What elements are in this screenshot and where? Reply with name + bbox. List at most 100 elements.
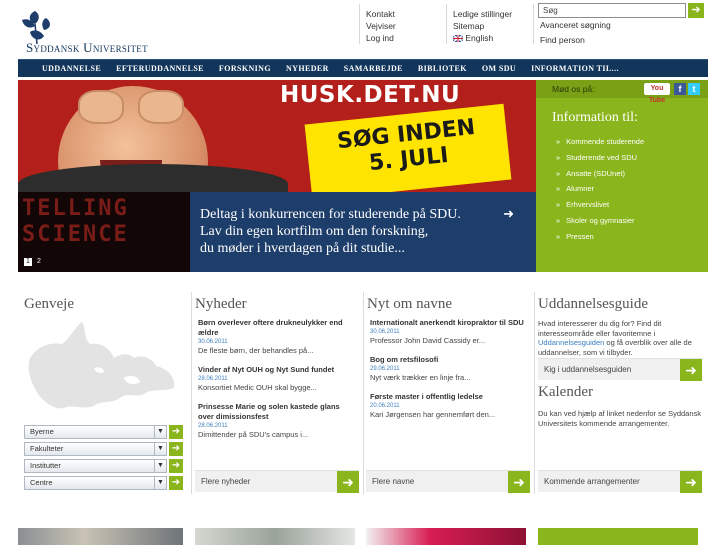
promo-thumbnail[interactable] xyxy=(538,528,698,545)
youtube-icon[interactable]: You Tube xyxy=(644,83,670,104)
uddannelsesguide-button[interactable]: Kig i uddannelsesguiden ➜ xyxy=(538,358,702,381)
nav-item-uddannelse[interactable]: UDDANNELSE xyxy=(42,64,101,73)
uk-flag-icon xyxy=(452,34,464,43)
english-link[interactable]: English xyxy=(452,32,512,44)
nyheder-title: Nyheder xyxy=(195,296,247,312)
news-title: Vinder af Nyt OUH og Nyt Sund fundet xyxy=(198,365,335,374)
guide-intro: Hvad interesserer du dig for? Find dit i… xyxy=(538,319,662,338)
advanced-search-link[interactable]: Avanceret søgning xyxy=(540,20,611,30)
sitemap-link[interactable]: Sitemap xyxy=(453,20,512,32)
go-button[interactable]: ➜ xyxy=(169,425,183,439)
uddannelsesguide-text: Hvad interesserer du dig for? Find dit i… xyxy=(538,319,702,357)
arrow-right-icon: ➜ xyxy=(171,477,181,488)
names-excerpt: Kari Jørgensen har gennemført den... xyxy=(370,410,496,419)
dropdown-label: Centre xyxy=(30,478,53,487)
facebook-icon[interactable]: f xyxy=(674,83,686,95)
slide-pager: 1 2 xyxy=(24,258,43,266)
search-button[interactable]: ➜ xyxy=(688,3,704,18)
telling-science-text: TELLING SCIENCE xyxy=(22,196,129,247)
header-links-2: Ledige stillinger Sitemap English xyxy=(452,8,512,44)
names-item[interactable]: Første master i offentlig ledelse 20.06.… xyxy=(370,392,525,420)
kalender-text: Du kan ved hjælp af linket nedenfor se S… xyxy=(538,409,702,428)
information-panel: Mød os på: You Tube f t Information til:… xyxy=(536,80,708,272)
nav-item-efteruddannelse[interactable]: EFTERUDDANNELSE xyxy=(116,64,204,73)
hero-banner[interactable]: HUSK.DET.NU SØG INDEN 5. JULI xyxy=(18,80,536,192)
navne-title: Nyt om navne xyxy=(367,296,452,312)
telling-science-image[interactable]: TELLING SCIENCE 1 2 xyxy=(18,192,190,272)
main-nav: UDDANNELSE EFTERUDDANNELSE FORSKNING NYH… xyxy=(18,59,708,77)
news-date: 30.06.2011 xyxy=(198,339,228,345)
news-excerpt: De fleste børn, der behandles på... xyxy=(198,346,314,355)
arrow-right-icon: ➜ xyxy=(171,443,181,454)
competition-teaser[interactable]: Deltag i konkurrencen for studerende på … xyxy=(190,192,536,272)
nav-item-information[interactable]: INFORMATION TIL... xyxy=(531,64,619,73)
fakulteter-dropdown[interactable]: Fakulteter ▼ xyxy=(24,442,167,456)
more-names-button[interactable]: Flere navne ➜ xyxy=(366,470,530,493)
news-item[interactable]: Børn overlever oftere drukneulykker end … xyxy=(198,318,353,356)
nav-item-nyheder[interactable]: NYHEDER xyxy=(286,64,329,73)
contact-link[interactable]: Kontakt xyxy=(366,8,396,20)
audience-link[interactable]: Kommende studerende xyxy=(556,134,708,150)
audience-link[interactable]: Pressen xyxy=(556,229,708,245)
audience-link[interactable]: Alumner xyxy=(556,181,708,197)
names-title: Internationalt anerkendt kiropraktor til… xyxy=(370,318,524,327)
denmark-map[interactable] xyxy=(24,318,184,414)
find-person-link[interactable]: Find person xyxy=(540,35,585,45)
audience-link[interactable]: Ansatte (SDUnet) xyxy=(556,166,708,182)
names-date: 20.06.2011 xyxy=(370,403,400,409)
news-excerpt: Dimittender på SDU's campus i... xyxy=(198,430,309,439)
sdu-logo[interactable]: Syddansk Universitet xyxy=(18,8,198,55)
news-title: Prinsesse Marie og solen kastede glans o… xyxy=(198,402,340,421)
centre-dropdown[interactable]: Centre ▼ xyxy=(24,476,167,490)
pager-item[interactable]: 1 xyxy=(24,258,32,266)
more-news-label: Flere nyheder xyxy=(201,477,251,486)
twitter-icon[interactable]: t xyxy=(688,83,700,95)
jobs-link[interactable]: Ledige stillinger xyxy=(453,8,512,20)
byerne-dropdown[interactable]: Byerne ▼ xyxy=(24,425,167,439)
news-list: Børn overlever oftere drukneulykker end … xyxy=(198,318,353,449)
nav-item-om-sdu[interactable]: OM SDU xyxy=(482,64,516,73)
go-button[interactable]: ➜ xyxy=(169,442,183,456)
names-item[interactable]: Internationalt anerkendt kiropraktor til… xyxy=(370,318,525,346)
audience-link[interactable]: Skoler og gymnasier xyxy=(556,213,708,229)
nav-item-samarbejde[interactable]: SAMARBEJDE xyxy=(344,64,403,73)
names-title: Bog om retsfilosofi xyxy=(370,355,439,364)
names-item[interactable]: Bog om retsfilosofi 29.06.2011 Nyt værk … xyxy=(370,355,525,383)
news-item[interactable]: Prinsesse Marie og solen kastede glans o… xyxy=(198,402,353,440)
hero-photo-hand xyxy=(138,90,184,124)
news-item[interactable]: Vinder af Nyt OUH og Nyt Sund fundet 28.… xyxy=(198,365,353,393)
directions-link[interactable]: Vejviser xyxy=(366,20,396,32)
login-link[interactable]: Log ind xyxy=(366,32,396,44)
promo-thumbnail[interactable] xyxy=(366,528,526,545)
caret-down-icon: ▼ xyxy=(154,477,166,489)
go-button[interactable]: ➜ xyxy=(169,459,183,473)
arrow-right-icon: ➜ xyxy=(691,4,701,16)
column-divider xyxy=(191,292,192,494)
dropdown-label: Institutter xyxy=(30,461,61,470)
caret-down-icon: ▼ xyxy=(154,426,166,438)
institutter-dropdown[interactable]: Institutter ▼ xyxy=(24,459,167,473)
more-news-button[interactable]: Flere nyheder ➜ xyxy=(195,470,359,493)
nav-item-bibliotek[interactable]: BIBLIOTEK xyxy=(418,64,467,73)
header-links-1: Kontakt Vejviser Log ind xyxy=(366,8,396,44)
nav-item-forskning[interactable]: FORSKNING xyxy=(219,64,271,73)
caret-down-icon: ▼ xyxy=(154,460,166,472)
arrow-right-icon: ➜ xyxy=(171,426,181,437)
names-title: Første master i offentlig ledelse xyxy=(370,392,483,401)
go-button[interactable]: ➜ xyxy=(169,476,183,490)
header-divider xyxy=(446,4,447,44)
news-excerpt: Konsortiet Medic OUH skal bygge... xyxy=(198,383,317,392)
audience-link[interactable]: Studerende ved SDU xyxy=(556,150,708,166)
caret-down-icon: ▼ xyxy=(154,443,166,455)
promo-thumbnail[interactable] xyxy=(195,528,355,545)
promo-thumbnail[interactable] xyxy=(18,528,183,545)
dropdown-label: Byerne xyxy=(30,427,54,436)
uddannelsesguide-link[interactable]: Uddannelsesguiden xyxy=(538,338,604,347)
search-input[interactable]: Søg xyxy=(538,3,686,18)
arrow-right-icon: ➜ xyxy=(680,359,702,381)
pager-item[interactable]: 2 xyxy=(35,258,43,266)
dropdown-label: Fakulteter xyxy=(30,444,64,453)
arrow-right-icon: ➜ xyxy=(680,471,702,493)
calendar-button[interactable]: Kommende arrangementer ➜ xyxy=(538,470,702,493)
audience-link[interactable]: Erhvervslivet xyxy=(556,197,708,213)
